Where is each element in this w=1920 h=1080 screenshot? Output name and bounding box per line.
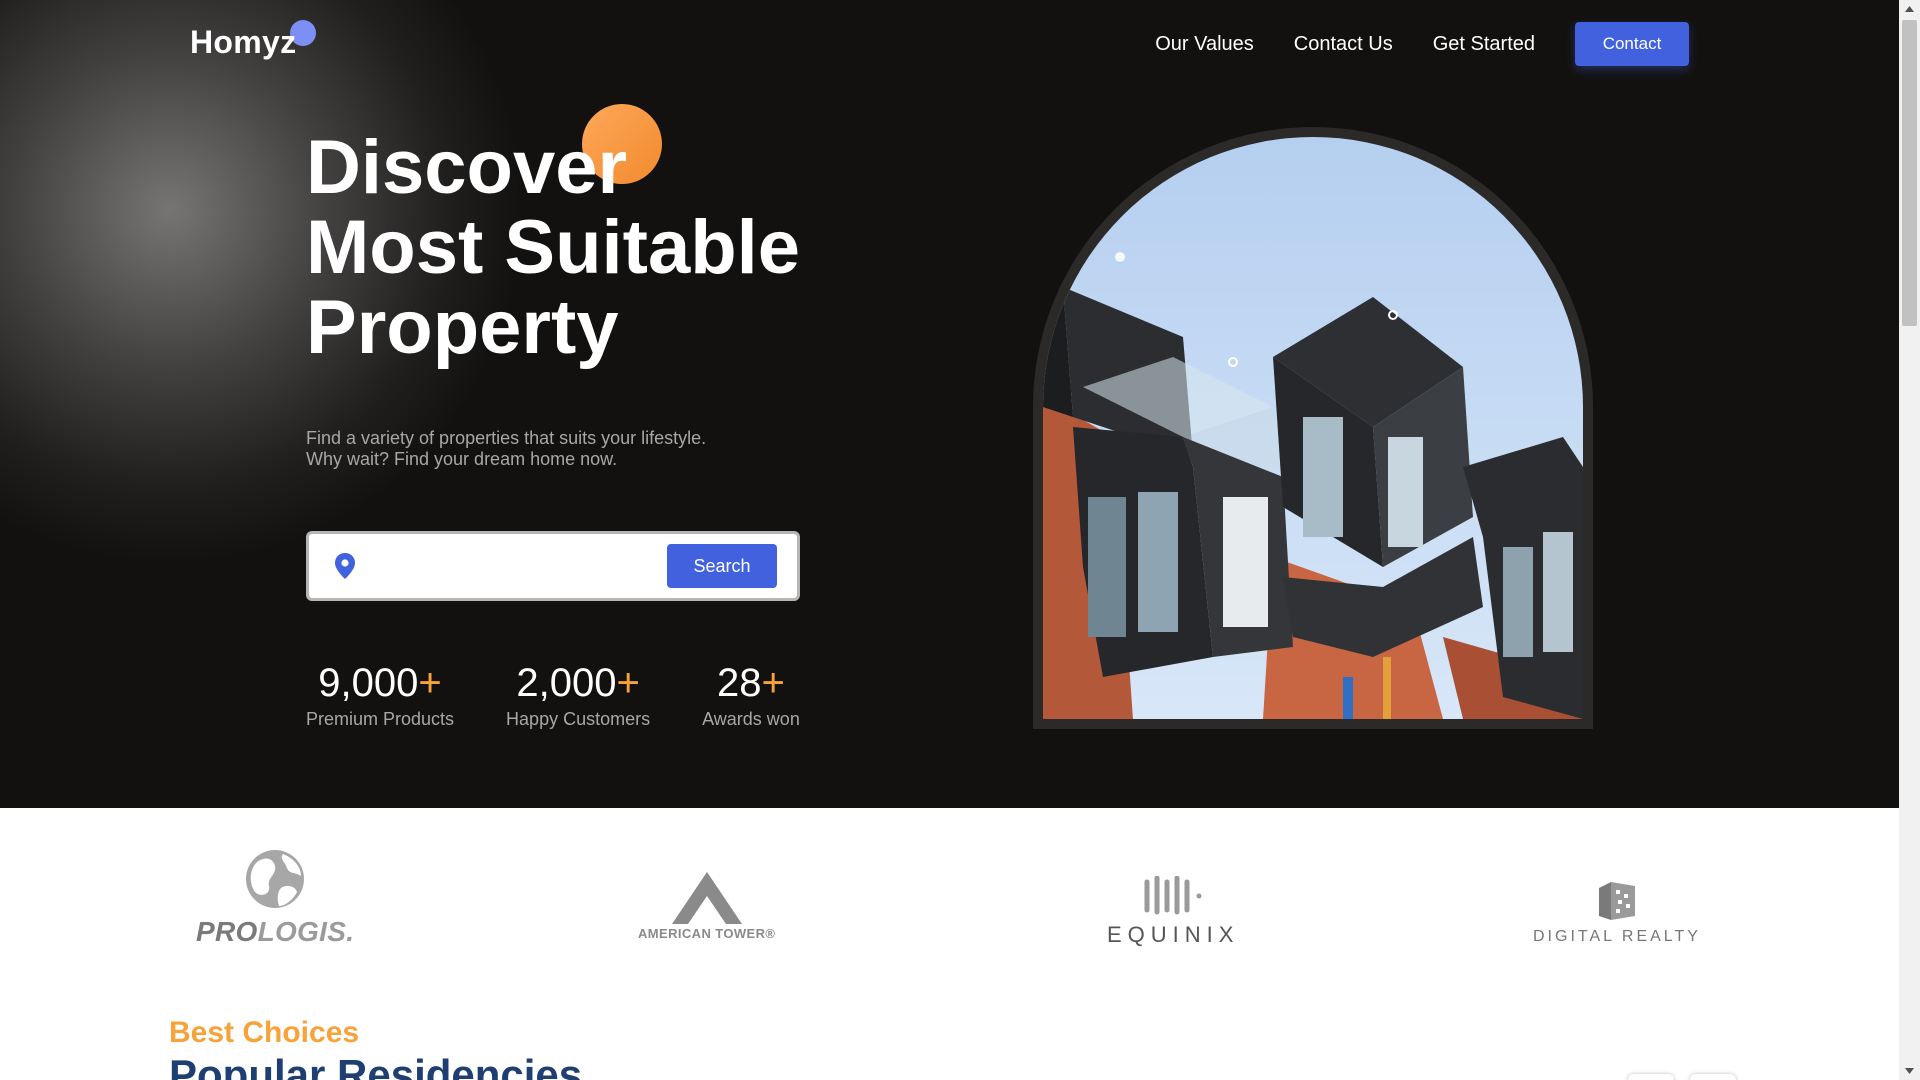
digital-realty-icon — [1598, 882, 1635, 920]
hero-description: Find a variety of properties that suits … — [306, 428, 706, 470]
prologis-part2: LOGIS. — [257, 916, 355, 947]
partner-digital-realty: DIGITAL REALTY — [1533, 882, 1701, 946]
search-bar: Search — [306, 531, 800, 601]
search-button[interactable]: Search — [667, 544, 777, 588]
tower-icon — [671, 872, 742, 924]
stat-awards-won: 28+ Awards won — [702, 660, 800, 730]
hero-description-line-1: Find a variety of properties that suits … — [306, 428, 707, 448]
stat-value: 28 — [717, 661, 762, 705]
main-nav: Our Values Contact Us Get Started Contac… — [1155, 22, 1689, 66]
location-pin-icon — [335, 553, 355, 579]
search-input[interactable] — [367, 546, 667, 586]
slider-next-button[interactable] — [1690, 1074, 1736, 1080]
partner-american-tower: AMERICAN TOWER® — [638, 872, 775, 941]
american-tower-logo-text: AMERICAN TOWER® — [638, 926, 776, 941]
digital-realty-logo-text: DIGITAL REALTY — [1533, 928, 1701, 945]
contact-button[interactable]: Contact — [1575, 22, 1689, 66]
page-scrollbar[interactable] — [1899, 0, 1920, 1080]
stat-plus: + — [616, 661, 640, 705]
equinix-logo-text: EQUINIX — [1107, 922, 1240, 947]
scroll-down-arrow-icon[interactable] — [1904, 1065, 1915, 1076]
hero-title-line-1: Discover — [306, 125, 628, 210]
logo[interactable]: Homyz — [190, 20, 316, 61]
hero-image: to — [1043, 137, 1583, 719]
partner-equinix: EQUINIX — [1107, 876, 1239, 948]
hero-title-line-2: Most Suitable — [306, 205, 801, 290]
scroll-up-arrow-icon[interactable] — [1904, 4, 1915, 15]
hero-title-line-3: Property — [306, 285, 619, 370]
stat-premium-products: 9,000+ Premium Products — [306, 660, 454, 730]
prologis-logo-text: PROLOGIS. — [196, 916, 354, 948]
equinix-mark-icon — [1144, 876, 1202, 915]
stat-label: Premium Products — [306, 709, 455, 729]
building-illustration — [1043, 137, 1583, 719]
hero-section: Homyz Our Values Contact Us Get Started … — [0, 0, 1899, 808]
stat-plus: + — [418, 661, 442, 705]
nav-get-started[interactable]: Get Started — [1433, 33, 1535, 56]
stat-plus: + — [761, 661, 785, 705]
nav-our-values[interactable]: Our Values — [1155, 33, 1254, 56]
stat-happy-customers: 2,000+ Happy Customers — [506, 660, 650, 730]
slider-prev-button[interactable] — [1628, 1074, 1674, 1080]
stat-label: Awards won — [702, 709, 800, 729]
stat-value: 2,000 — [516, 661, 617, 705]
nav-contact-us[interactable]: Contact Us — [1294, 33, 1393, 56]
hero-image-frame: to — [1033, 127, 1593, 729]
hero-description-line-2: Why wait? Find your dream home now. — [306, 449, 618, 469]
globe-icon — [246, 850, 305, 908]
logo-text: Homyz — [190, 24, 297, 60]
hero-title: Discover Most Suitable Property — [306, 128, 866, 368]
residencies-heading: Popular Residencies — [169, 1051, 583, 1080]
stats-row: 9,000+ Premium Products 2,000+ Happy Cus… — [306, 660, 800, 730]
prologis-part1: PRO — [196, 916, 258, 947]
residencies-subheading: Best Choices — [169, 1016, 360, 1049]
stat-label: Happy Customers — [506, 709, 651, 729]
scrollbar-thumb[interactable] — [1902, 20, 1917, 326]
partner-prologis: PROLOGIS. — [196, 848, 354, 948]
stat-value: 9,000 — [318, 661, 419, 705]
